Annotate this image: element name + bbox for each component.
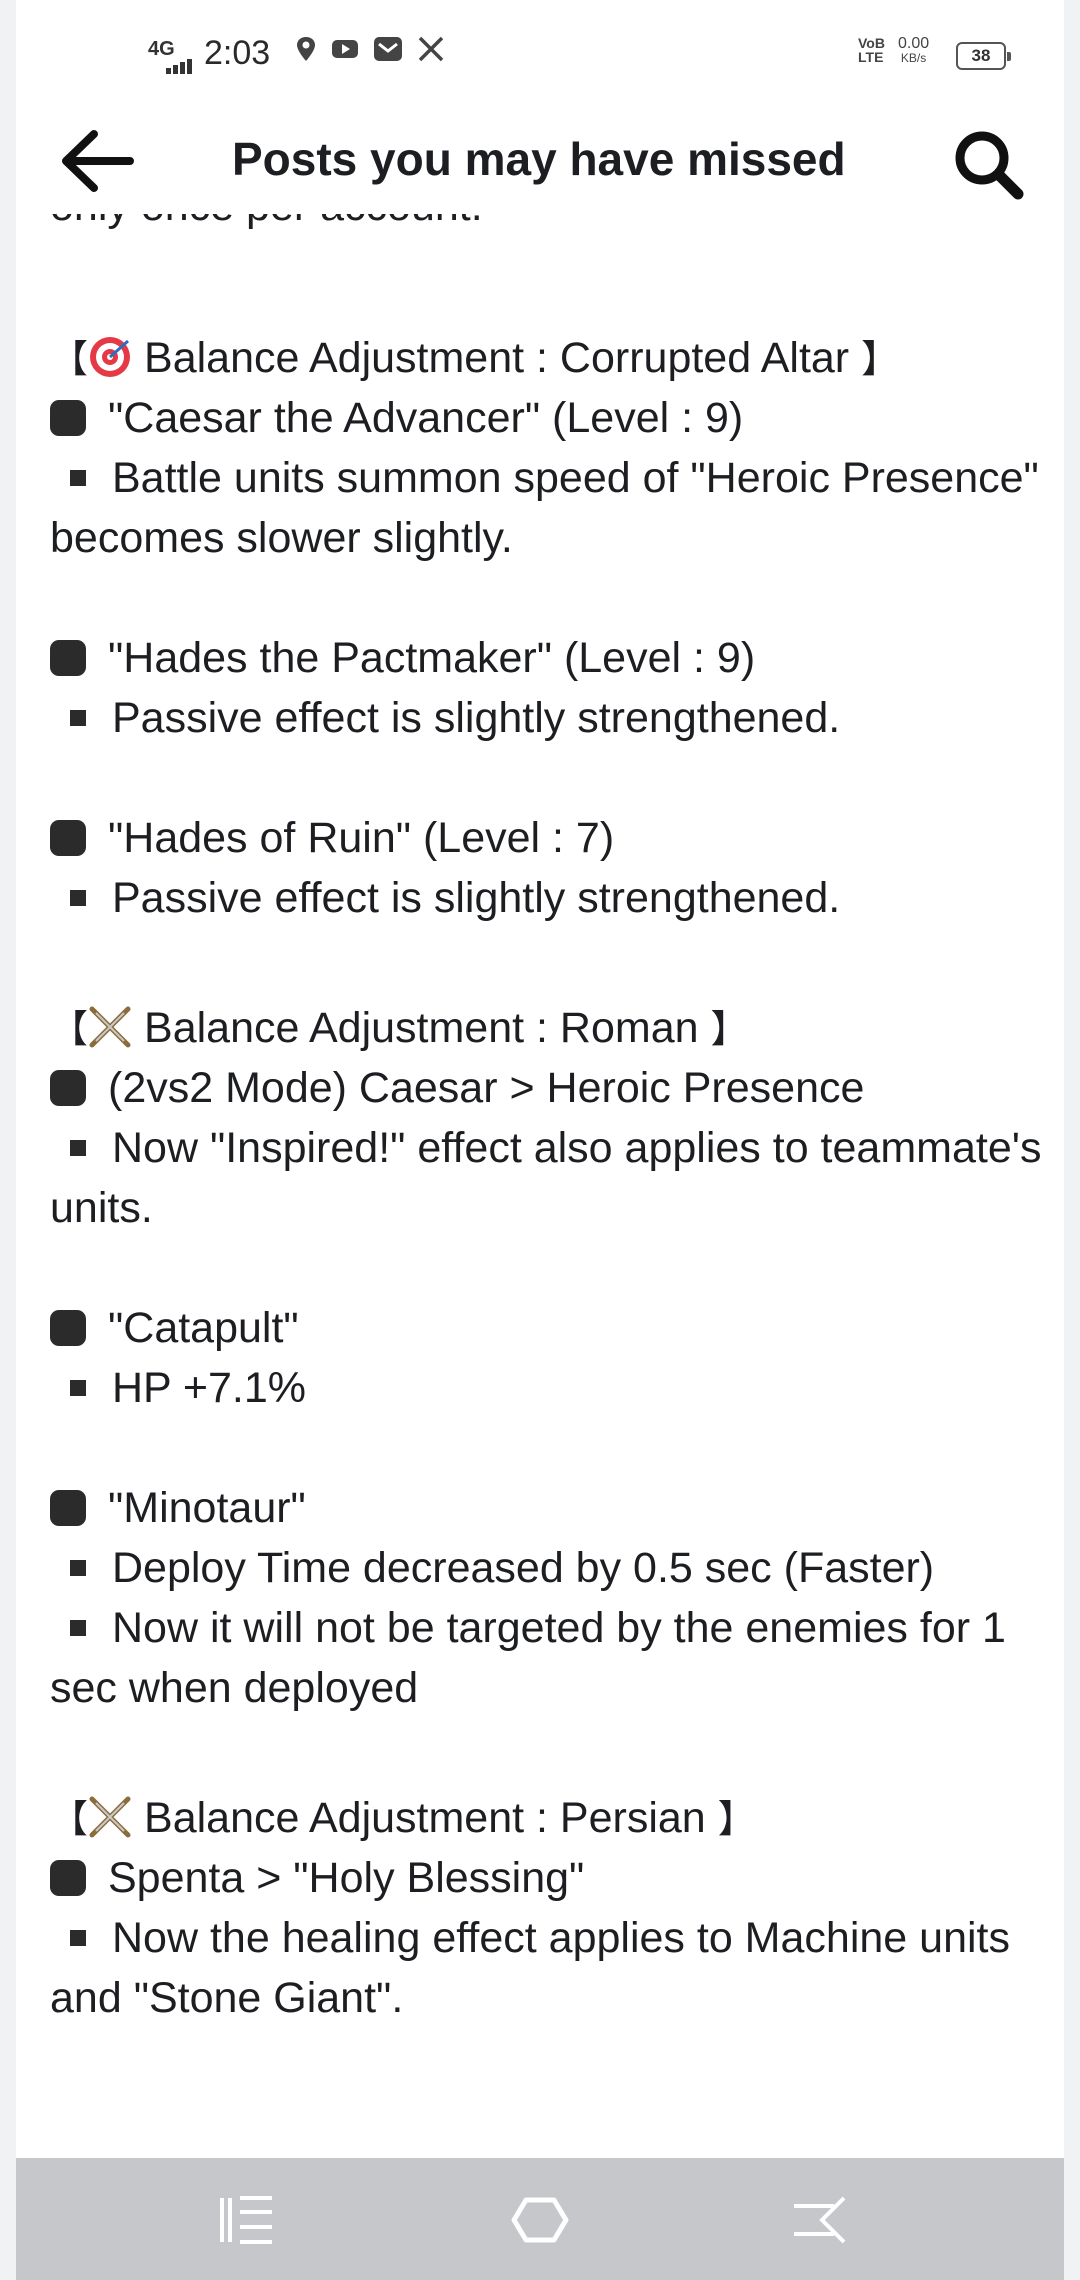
item-title: "Hades the Pactmaker" (Level : 9): [50, 628, 1050, 688]
item-detail: Now the healing effect applies to Machin…: [50, 1914, 1010, 2022]
item-title: (2vs2 Mode) Caesar > Heroic Presence: [50, 1058, 1050, 1118]
network-speed: 0.00 KB/s: [898, 35, 930, 66]
small-bullet-icon: [70, 1560, 86, 1576]
bullet-icon: [50, 1490, 86, 1526]
small-bullet-icon: [70, 470, 86, 486]
section-heading: 【Balance Adjustment : Roman 】: [50, 1004, 749, 1052]
post-body: only once per account. 【Balance Adjustme…: [50, 214, 1050, 2028]
truncated-text: only once per account.: [50, 214, 1050, 236]
small-bullet-icon: [70, 890, 86, 906]
volte-indicator: VoB LTE: [858, 35, 885, 65]
small-bullet-icon: [70, 710, 86, 726]
small-bullet-icon: [70, 1380, 86, 1396]
item-detail: Passive effect is slightly strengthened.: [50, 688, 1050, 748]
x-app-icon: [418, 36, 444, 62]
battery-icon: 38: [956, 42, 1011, 70]
item-detail: Now it will not be targeted by the enemi…: [50, 1604, 1006, 1712]
item-title: "Catapult": [50, 1298, 1050, 1358]
mail-icon: [374, 37, 402, 61]
item-title: Spenta > "Holy Blessing": [50, 1848, 1050, 1908]
youtube-icon: [332, 40, 358, 58]
clock: 2:03: [204, 34, 271, 72]
crossed-swords-icon: [89, 1006, 131, 1048]
location-icon: [297, 37, 315, 61]
small-bullet-icon: [70, 1140, 86, 1156]
section-heading: 【Balance Adjustment : Corrupted Altar 】: [50, 334, 900, 382]
item-detail: Now "Inspired!" effect also applies to t…: [50, 1124, 1042, 1232]
page-title: Posts you may have missed: [232, 133, 846, 185]
small-bullet-icon: [70, 1930, 86, 1946]
search-icon[interactable]: [950, 126, 1024, 200]
item-detail: HP +7.1%: [50, 1358, 1050, 1418]
signal-icon: [166, 56, 194, 74]
item-detail: Passive effect is slightly strengthened.: [50, 868, 1050, 928]
bullet-icon: [50, 1860, 86, 1896]
crossed-swords-icon: [89, 1796, 131, 1838]
bullet-icon: [50, 1070, 86, 1106]
bullet-icon: [50, 820, 86, 856]
system-nav-bar: [16, 2158, 1064, 2280]
bullet-icon: [50, 640, 86, 676]
status-bar: 4G 2:03 VoB LTE 0.00 KB/s 38: [0, 0, 1080, 110]
recent-apps-icon[interactable]: [214, 2194, 278, 2246]
back-arrow-icon[interactable]: [58, 126, 134, 196]
item-title: "Minotaur": [50, 1478, 1050, 1538]
bullet-icon: [50, 1310, 86, 1346]
home-icon[interactable]: [508, 2194, 572, 2246]
item-title: "Caesar the Advancer" (Level : 9): [50, 388, 1050, 448]
item-detail: Battle units summon speed of "Heroic Pre…: [50, 454, 1039, 562]
bullet-icon: [50, 400, 86, 436]
back-gesture-icon[interactable]: [788, 2194, 852, 2246]
target-icon: [90, 337, 131, 377]
section-heading: 【Balance Adjustment : Persian 】: [50, 1794, 756, 1842]
item-title: "Hades of Ruin" (Level : 7): [50, 808, 1050, 868]
item-detail: Deploy Time decreased by 0.5 sec (Faster…: [50, 1538, 1050, 1598]
small-bullet-icon: [70, 1620, 86, 1636]
